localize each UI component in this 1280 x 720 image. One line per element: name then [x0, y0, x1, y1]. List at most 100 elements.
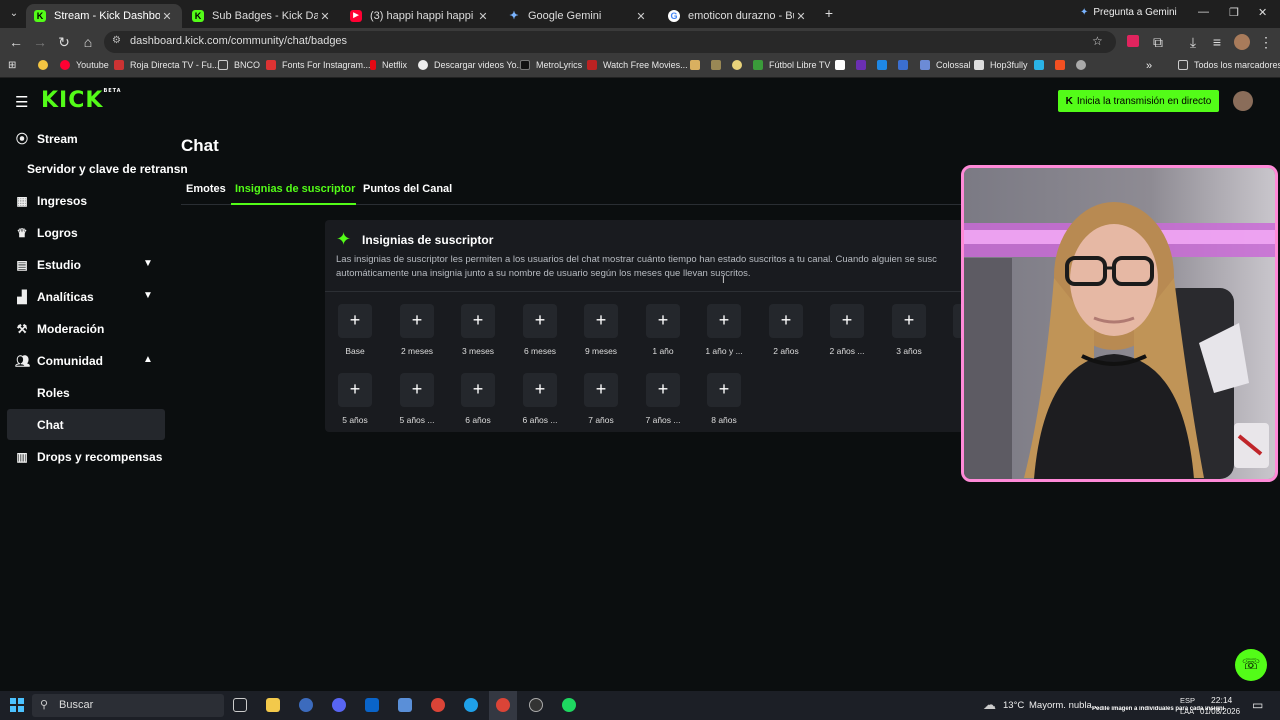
bookmark-colossal[interactable]: Colossal	[920, 60, 971, 70]
bookmark-youtube[interactable]: Youtube	[60, 60, 109, 70]
home-icon[interactable]: ⌂	[80, 34, 96, 50]
sidebar-item-ingresos[interactable]: ▦ Ingresos	[15, 194, 87, 208]
sidebar-item-moderacion[interactable]: ⚒ Moderación	[15, 322, 105, 336]
badge-slot[interactable]: +3 meses	[445, 304, 511, 356]
notifications-icon[interactable]: ▭	[1252, 698, 1263, 712]
close-tab-icon[interactable]: ✕	[318, 10, 332, 23]
badge-slot[interactable]: + Base	[325, 304, 388, 356]
reload-icon[interactable]: ↻	[56, 34, 72, 50]
badge-slot[interactable]: +3 años	[876, 304, 942, 356]
bookmark-icon-2[interactable]	[711, 60, 727, 70]
bookmark-icon-1[interactable]	[690, 60, 706, 70]
add-badge-icon[interactable]: +	[584, 304, 618, 338]
bookmark-fonts[interactable]: Fonts For Instagram...	[266, 60, 371, 70]
badge-slot[interactable]: +6 meses	[507, 304, 573, 356]
close-tab-icon[interactable]: ✕	[476, 10, 490, 23]
clock-time[interactable]: 22:14	[1211, 695, 1232, 705]
url-input[interactable]: ⚙ dashboard.kick.com/community/chat/badg…	[104, 31, 1116, 53]
bookmark-futbol-libre[interactable]: Fútbol Libre TV	[753, 60, 830, 70]
badge-slot[interactable]: +8 años	[691, 373, 757, 425]
sidebar-item-server-key[interactable]: Servidor y clave de retransn	[27, 162, 188, 176]
bookmark-icon-5[interactable]	[856, 60, 872, 70]
sidebar-item-logros[interactable]: ♛ Logros	[15, 226, 78, 240]
new-tab-icon[interactable]: +	[821, 5, 837, 21]
app-icon[interactable]	[299, 698, 313, 712]
add-badge-icon[interactable]: +	[707, 373, 741, 407]
keyboard-layout[interactable]: LAA	[1180, 707, 1194, 716]
add-badge-icon[interactable]: +	[523, 373, 557, 407]
sidebar-item-analiticas[interactable]: ▟ Analíticas	[15, 290, 93, 304]
tab-emotes[interactable]: Emotes	[186, 183, 226, 195]
go-live-button[interactable]: K Inicia la transmisión en directo	[1058, 90, 1219, 112]
badge-slot[interactable]: +2 años	[753, 304, 819, 356]
tab-search-icon[interactable]: ⌄	[6, 6, 22, 22]
user-avatar[interactable]	[1233, 91, 1253, 111]
add-badge-icon[interactable]: +	[461, 373, 495, 407]
emoji-bookmark-icon[interactable]	[38, 60, 54, 70]
extension-icon[interactable]	[1127, 35, 1139, 47]
badge-slot[interactable]: +6 años ...	[507, 373, 573, 425]
badge-slot[interactable]: +2 años ...	[814, 304, 880, 356]
bookmark-icon-10[interactable]	[1076, 60, 1092, 70]
gemini-button[interactable]: ✦ Pregunta a Gemini	[1080, 7, 1177, 18]
download-icon[interactable]: ⤓	[1185, 34, 1201, 50]
bookmark-icon-7[interactable]	[898, 60, 914, 70]
add-badge-icon[interactable]: +	[646, 304, 680, 338]
chrome-active-icon[interactable]	[496, 698, 510, 712]
chrome-icon[interactable]	[431, 698, 445, 712]
sidebar-item-drops[interactable]: ▥ Drops y recompensas	[15, 450, 162, 464]
task-view-icon[interactable]	[233, 698, 247, 712]
calculator-icon[interactable]	[398, 698, 412, 712]
chevron-down-icon[interactable]: ▼	[143, 258, 153, 269]
hamburger-menu-icon[interactable]: ☰	[15, 93, 28, 111]
sidebar-item-roles[interactable]: Roles	[37, 386, 70, 400]
sidebar-item-comunidad[interactable]: 👥︎ Comunidad	[15, 354, 103, 368]
windows-start-icon[interactable]	[10, 698, 24, 712]
sidebar-item-stream[interactable]: ⦿ Stream	[15, 130, 78, 147]
badge-slot[interactable]: +7 años ...	[630, 373, 696, 425]
back-icon[interactable]: ←	[8, 34, 24, 50]
add-badge-icon[interactable]: +	[400, 373, 434, 407]
obs-icon[interactable]	[529, 698, 543, 712]
add-badge-icon[interactable]: +	[769, 304, 803, 338]
badge-slot[interactable]: +1 año	[630, 304, 696, 356]
badge-slot[interactable]: +5 años ...	[384, 373, 450, 425]
tab-channel-points[interactable]: Puntos del Canal	[363, 183, 452, 195]
minimize-icon[interactable]: —	[1198, 6, 1209, 18]
browser-tab-youtube[interactable]: ▶ (3) happi happi happi #shorts # ✕	[342, 4, 498, 28]
close-tab-icon[interactable]: ✕	[634, 10, 648, 23]
add-badge-icon[interactable]: +	[523, 304, 557, 338]
bookmark-watch-movies[interactable]: Watch Free Movies...	[587, 60, 688, 70]
add-badge-icon[interactable]: +	[830, 304, 864, 338]
restore-icon[interactable]: ❐	[1229, 6, 1239, 19]
browser-tab-stream[interactable]: K Stream - Kick Dashboard ✕	[26, 4, 182, 28]
add-badge-icon[interactable]: +	[892, 304, 926, 338]
discord-icon[interactable]	[332, 698, 346, 712]
add-badge-icon[interactable]: +	[338, 373, 372, 407]
file-explorer-icon[interactable]	[266, 698, 280, 712]
add-badge-icon[interactable]: +	[646, 373, 680, 407]
profile-avatar[interactable]	[1234, 34, 1250, 50]
bookmark-icon-3[interactable]	[732, 60, 748, 70]
bookmark-bnco[interactable]: BNCO	[218, 60, 260, 70]
site-info-icon[interactable]: ⚙	[112, 35, 121, 46]
bookmark-star-icon[interactable]: ☆	[1092, 34, 1103, 48]
close-window-icon[interactable]: ✕	[1258, 6, 1267, 19]
browser-tab-gemini[interactable]: ✦ Google Gemini ✕	[500, 4, 656, 28]
bookmark-netflix[interactable]: Netflix	[370, 60, 407, 70]
chevron-down-icon[interactable]: ▼	[143, 290, 153, 301]
bookmark-icon-8[interactable]	[1034, 60, 1050, 70]
extensions-icon[interactable]: ⧉	[1150, 34, 1166, 50]
badge-slot[interactable]: +9 meses	[568, 304, 634, 356]
forward-icon[interactable]: →	[32, 34, 48, 50]
support-chat-icon[interactable]: ☏	[1235, 649, 1267, 681]
bookmark-icon-6[interactable]	[877, 60, 893, 70]
tab-subscriber-badges[interactable]: Insignias de suscriptor	[235, 183, 355, 195]
edge-icon[interactable]	[464, 698, 478, 712]
badge-slot[interactable]: +5 años	[325, 373, 388, 425]
bookmark-icon-9[interactable]	[1055, 60, 1071, 70]
add-badge-icon[interactable]: +	[338, 304, 372, 338]
apps-icon[interactable]: ⊞	[8, 60, 16, 71]
bookmark-roja-directa[interactable]: Roja Directa TV - Fu...	[114, 60, 219, 70]
close-tab-icon[interactable]: ✕	[794, 10, 808, 23]
